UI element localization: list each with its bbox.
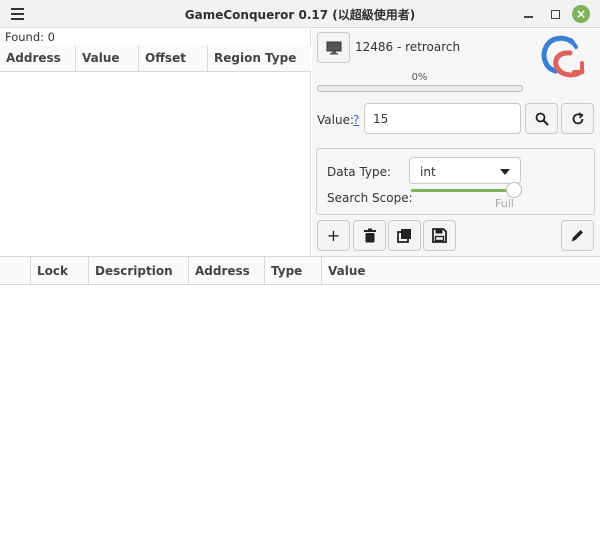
maximize-icon[interactable] [546,5,564,23]
select-process-button[interactable] [317,32,350,63]
add-cheat-button[interactable]: + [317,220,350,251]
cheat-col-value[interactable]: Value [322,257,600,284]
scan-progress-bar [317,85,523,92]
data-type-label: Data Type: [327,165,392,179]
results-col-region-type[interactable]: Region Type [208,45,311,71]
cheat-col-type[interactable]: Type [265,257,322,284]
title-bar: GameConqueror 0.17 (以超級使用者) × [0,0,600,28]
trash-icon [363,228,376,243]
cheat-col-blank[interactable] [0,257,31,284]
value-input[interactable] [364,103,521,134]
cheat-list-header: Lock Description Address Type Value [0,257,600,285]
cheat-col-lock[interactable]: Lock [31,257,89,284]
chevron-down-icon [500,169,510,175]
search-options-frame: Data Type: int Search Scope: Full [316,148,595,215]
value-help-link[interactable]: ? [353,113,359,127]
results-panel: Found: 0 Address Value Offset Region Typ… [0,29,311,256]
gameconqueror-logo [541,35,585,78]
control-panel: 12486 - retroarch 0% Value: ? Data Type:… [312,29,600,256]
delete-cheat-button[interactable] [353,220,386,251]
data-type-value: int [420,165,436,179]
data-type-select[interactable]: int [409,157,521,184]
value-label: Value: [317,113,354,127]
refresh-icon [572,111,583,124]
minimize-icon[interactable] [519,5,537,23]
hamburger-menu-icon[interactable] [6,4,28,24]
search-scope-value: Full [495,197,514,210]
window-title: GameConqueror 0.17 (以超級使用者) [184,8,416,22]
monitor-icon [326,41,341,54]
process-label: 12486 - retroarch [355,40,461,54]
cheat-list-panel: Lock Description Address Type Value [0,256,600,543]
results-col-value[interactable]: Value [76,45,139,71]
search-scope-label: Search Scope: [327,191,413,205]
results-header: Address Value Offset Region Type [0,45,311,72]
found-count: Found: 0 [5,30,55,44]
copy-icon [396,229,411,243]
progress-percent: 0% [411,72,428,83]
copy-cheat-button[interactable] [388,220,421,251]
reset-scan-button[interactable] [561,103,594,134]
edit-memory-button[interactable] [561,220,594,251]
search-scope-track[interactable] [411,189,515,192]
search-icon [535,112,548,125]
pencil-icon [571,230,583,242]
results-col-address[interactable]: Address [0,45,76,71]
search-scope-slider-handle[interactable] [506,182,522,198]
cheat-col-description[interactable]: Description [89,257,189,284]
cheat-col-address[interactable]: Address [189,257,265,284]
close-icon[interactable]: × [572,5,590,23]
save-cheat-button[interactable] [423,220,456,251]
plus-icon: + [326,226,341,245]
search-button[interactable] [525,103,558,134]
results-col-offset[interactable]: Offset [139,45,208,71]
save-icon [432,228,447,243]
